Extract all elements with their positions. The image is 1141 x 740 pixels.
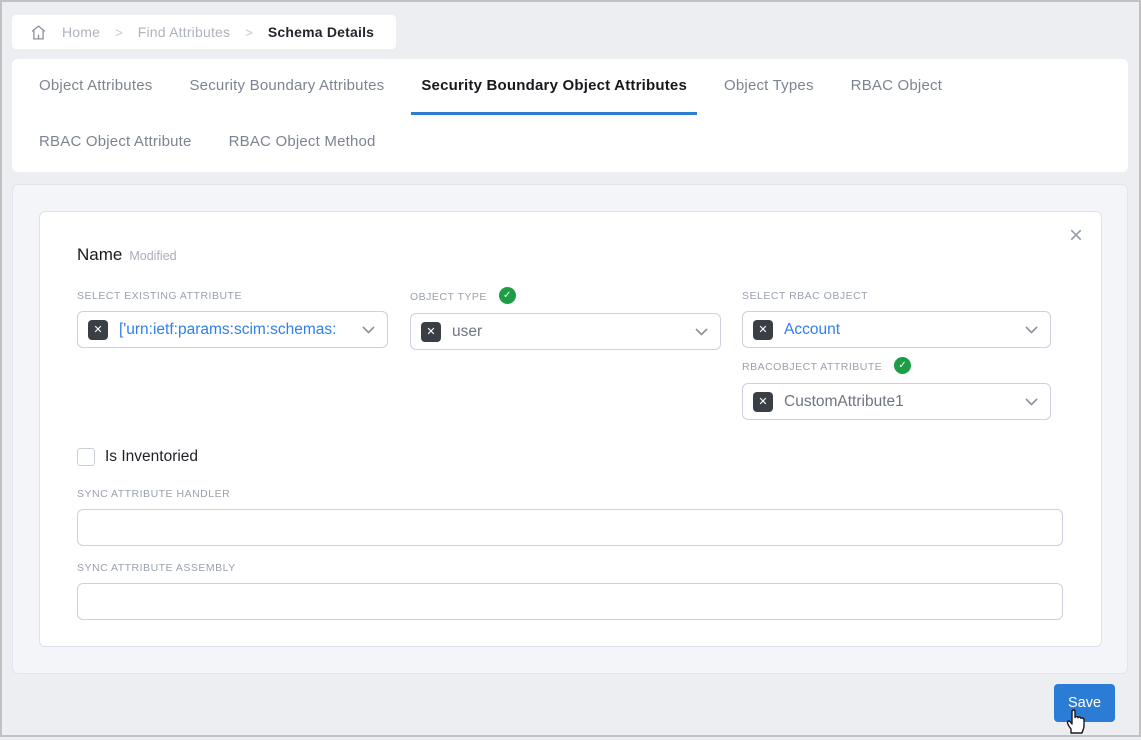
tab-security-boundary-object-attributes[interactable]: Security Boundary Object Attributes	[411, 59, 697, 115]
sync-attribute-assembly-label: SYNC ATTRIBUTE ASSEMBLY	[77, 562, 1063, 574]
remove-tag-icon[interactable]: ✕	[421, 322, 441, 342]
tab-object-attributes[interactable]: Object Attributes	[29, 59, 162, 115]
valid-check-icon: ✓	[894, 357, 911, 374]
field-object-type: OBJECT TYPE ✓ ✕ user	[410, 290, 721, 350]
rbacobject-attribute-select[interactable]: ✕ CustomAttribute1	[742, 383, 1051, 420]
object-type-select[interactable]: ✕ user	[410, 313, 721, 350]
is-inventoried-checkbox[interactable]	[77, 448, 95, 466]
rbac-object-label: SELECT RBAC OBJECT	[742, 290, 1051, 302]
chevron-down-icon[interactable]	[362, 326, 375, 334]
valid-check-icon: ✓	[499, 287, 516, 304]
tab-content-panel: × Name Modified SELECT EXISTING ATTRIBUT…	[12, 184, 1128, 674]
breadcrumb-item-home[interactable]: Home	[62, 24, 100, 40]
card-title-row: Name Modified	[77, 245, 177, 265]
chevron-down-icon[interactable]	[1025, 398, 1038, 406]
breadcrumb-item-schema-details: Schema Details	[268, 24, 374, 40]
field-rbac-object: SELECT RBAC OBJECT ✕ Account	[742, 290, 1051, 348]
modified-badge: Modified	[129, 249, 176, 263]
sync-attribute-handler-label: SYNC ATTRIBUTE HANDLER	[77, 488, 1063, 500]
tab-security-boundary-attributes[interactable]: Security Boundary Attributes	[179, 59, 394, 115]
field-sync-attribute-assembly: SYNC ATTRIBUTE ASSEMBLY	[77, 562, 1063, 620]
rbacobject-attribute-value: CustomAttribute1	[784, 393, 1025, 411]
attribute-edit-card: × Name Modified SELECT EXISTING ATTRIBUT…	[39, 211, 1102, 647]
existing-attribute-select[interactable]: ✕ ['urn:ietf:params:scim:schemas:	[77, 311, 388, 348]
is-inventoried-label: Is Inventoried	[105, 448, 198, 466]
rbac-object-select[interactable]: ✕ Account	[742, 311, 1051, 348]
breadcrumb: Home > Find Attributes > Schema Details	[12, 15, 396, 49]
sync-attribute-assembly-input[interactable]	[77, 583, 1063, 620]
chevron-down-icon[interactable]	[1025, 326, 1038, 334]
field-rbacobject-attribute: RBACOBJECT ATTRIBUTE ✓ ✕ CustomAttribute…	[742, 360, 1051, 420]
chevron-down-icon[interactable]	[695, 328, 708, 336]
existing-attribute-value: ['urn:ietf:params:scim:schemas:	[119, 321, 362, 339]
existing-attribute-label: SELECT EXISTING ATTRIBUTE	[77, 290, 388, 302]
close-icon[interactable]: ×	[1069, 226, 1083, 246]
object-type-value: user	[452, 323, 695, 341]
field-existing-attribute: SELECT EXISTING ATTRIBUTE ✕ ['urn:ietf:p…	[77, 290, 388, 348]
home-icon[interactable]	[30, 24, 47, 41]
breadcrumb-separator-icon: >	[115, 25, 123, 40]
tab-bar: Object Attributes Security Boundary Attr…	[12, 59, 1128, 172]
rbacobject-attribute-label: RBACOBJECT ATTRIBUTE ✓	[742, 360, 1051, 374]
tab-rbac-object-attribute[interactable]: RBAC Object Attribute	[29, 115, 202, 171]
is-inventoried-row: Is Inventoried	[77, 448, 198, 466]
remove-tag-icon[interactable]: ✕	[753, 320, 773, 340]
sync-attribute-handler-input[interactable]	[77, 509, 1063, 546]
tab-object-types[interactable]: Object Types	[714, 59, 824, 115]
breadcrumb-item-find-attributes[interactable]: Find Attributes	[138, 24, 231, 40]
tab-rbac-object[interactable]: RBAC Object	[841, 59, 952, 115]
breadcrumb-separator-icon: >	[245, 25, 253, 40]
field-sync-attribute-handler: SYNC ATTRIBUTE HANDLER	[77, 488, 1063, 546]
tab-rbac-object-method[interactable]: RBAC Object Method	[219, 115, 386, 171]
card-title: Name	[77, 245, 122, 265]
remove-tag-icon[interactable]: ✕	[753, 392, 773, 412]
save-button[interactable]: Save	[1054, 684, 1115, 722]
schema-details-page: { "breadcrumb": { "items": [ { "label": …	[0, 0, 1141, 737]
object-type-label: OBJECT TYPE ✓	[410, 290, 721, 304]
remove-tag-icon[interactable]: ✕	[88, 320, 108, 340]
rbac-object-value: Account	[784, 321, 1025, 339]
